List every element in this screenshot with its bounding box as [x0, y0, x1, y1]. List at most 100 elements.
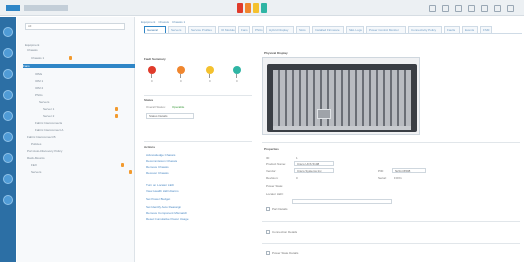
help-icon[interactable] — [481, 5, 488, 12]
san-nav-icon[interactable] — [3, 90, 13, 100]
tab-slots[interactable]: Slots — [296, 26, 310, 33]
tab-faults[interactable]: Faults — [444, 26, 460, 33]
minor-fault-indicator[interactable] — [253, 3, 259, 13]
chassis-bezel — [273, 126, 411, 130]
tree-node[interactable]: Policies — [31, 142, 41, 146]
fault-indicators[interactable] — [237, 3, 267, 13]
overall-status-value: Operable — [172, 105, 185, 109]
breadcrumb-item: Chassis 1 — [172, 20, 186, 24]
tree-node[interactable]: Chassis 1 — [31, 56, 44, 60]
warning-fault-indicator[interactable] — [261, 3, 267, 13]
tree-node[interactable]: IOM 2 — [35, 86, 43, 90]
forward-icon[interactable] — [442, 5, 449, 12]
tab-events[interactable]: Events — [462, 26, 478, 33]
tree-node[interactable]: Servers — [31, 170, 41, 174]
admin-nav-icon[interactable] — [3, 174, 13, 184]
tree-node[interactable]: Port Auto-Discovery Policy — [27, 149, 62, 153]
remove-chassis-link[interactable]: Remove Chassis — [146, 165, 169, 169]
breadcrumb-item[interactable]: Equipment — [141, 20, 155, 24]
major-fault-indicator[interactable] — [245, 3, 251, 13]
product-name-label: Product Name: — [266, 162, 287, 166]
storage-nav-icon[interactable] — [3, 132, 13, 142]
warning-fault-icon — [233, 66, 241, 74]
tab-power-control-monitor[interactable]: Power Control Monitor — [366, 26, 406, 33]
settings-nav-icon[interactable] — [3, 195, 13, 205]
tab-hybrid-display[interactable]: Hybrid Display — [266, 26, 294, 33]
serial-value: FOX1 — [394, 176, 402, 180]
fault-badge — [121, 163, 124, 167]
health-led-link[interactable]: View Health LED Alarms — [146, 189, 179, 193]
divider — [144, 95, 252, 96]
critical-fault-count: 0 — [151, 79, 153, 83]
expand-icon[interactable] — [266, 207, 270, 211]
minor-fault-count: 0 — [209, 79, 211, 83]
equipment-nav-icon[interactable] — [3, 27, 13, 37]
tree-node[interactable]: Equipment — [25, 43, 39, 47]
minor-fault-stem — [209, 74, 210, 78]
tree-node[interactable]: IOM 1 — [35, 79, 43, 83]
tree-node[interactable]: Server 1 — [43, 107, 54, 111]
expand-icon[interactable] — [266, 230, 270, 234]
tree-node[interactable]: Fabric Interconnect B — [27, 135, 56, 139]
tab-fans[interactable]: Fans — [238, 26, 250, 33]
tree-node[interactable]: Chassis — [27, 48, 38, 52]
breadcrumb-item[interactable]: Chassis — [158, 20, 169, 24]
chassis-nav-icon[interactable] — [3, 153, 13, 163]
major-fault-count: 0 — [180, 79, 182, 83]
fault-badge — [115, 107, 118, 111]
fault-summary-title: Fault Summary — [144, 57, 166, 61]
servers-nav-icon[interactable] — [3, 48, 13, 58]
connection-details-toggle[interactable]: Connection Details — [266, 230, 297, 234]
recover-chassis-link[interactable]: Recover Chassis — [146, 171, 169, 175]
tree-filter-select[interactable]: All — [25, 23, 125, 30]
lan-nav-icon[interactable] — [3, 69, 13, 79]
tree-node[interactable]: Rack-Mounts — [27, 156, 45, 160]
revision-value: 0 — [296, 176, 298, 180]
tab-fsm[interactable]: FSM — [480, 26, 492, 33]
info-icon[interactable] — [494, 5, 501, 12]
tab-installed-firmware[interactable]: Installed Firmware — [312, 26, 344, 33]
tab-general[interactable]: General — [144, 26, 166, 33]
tree-node[interactable]: Fabric Interconnect A — [35, 128, 63, 132]
locator-led-link[interactable]: Turn on Locator LED — [146, 183, 174, 187]
tree-node[interactable]: IOMs — [35, 72, 42, 76]
tree-node[interactable]: Servers — [39, 100, 49, 104]
minor-fault-icon — [206, 66, 214, 74]
tab-service-profiles[interactable]: Service Profiles — [188, 26, 216, 33]
refresh-icon[interactable] — [455, 5, 462, 12]
tree-node[interactable]: Server 2 — [43, 114, 54, 118]
component-mismatch-link[interactable]: Remove Component Mismatch — [146, 211, 187, 215]
part-details-toggle[interactable]: Part Details — [266, 207, 288, 211]
tree-node-selected[interactable]: Fans — [23, 64, 135, 68]
connection-details-label: Connection Details — [272, 230, 298, 234]
tree-node[interactable]: FEX — [31, 163, 37, 167]
acknowledge-chassis-link[interactable]: Acknowledge Chassis — [146, 153, 175, 157]
critical-fault-indicator[interactable] — [237, 3, 243, 13]
tab-servers[interactable]: Servers — [168, 26, 186, 33]
warning-fault-stem — [236, 74, 237, 78]
status-title: Status — [144, 98, 154, 102]
tree-node[interactable]: Fabric Interconnects — [35, 121, 62, 125]
power-budget-link[interactable]: Set Power Budget — [146, 197, 170, 201]
back-icon[interactable] — [429, 5, 436, 12]
fault-badge — [115, 114, 118, 118]
logout-icon[interactable] — [507, 5, 514, 12]
status-details-toggle[interactable]: Status Details — [146, 113, 194, 119]
tab-connectivity-policy[interactable]: Connectivity Policy — [408, 26, 442, 33]
identify-reassign-link[interactable]: Set Identify Auto Reassign — [146, 205, 181, 209]
decommission-chassis-link[interactable]: Decommission Chassis — [146, 159, 177, 163]
tab-sel-logs[interactable]: SEL Logs — [346, 26, 364, 33]
search-icon[interactable] — [468, 5, 475, 12]
power-details-toggle[interactable]: Power State Details — [266, 251, 298, 255]
tab-io-modules[interactable]: IO Modules — [218, 26, 236, 33]
major-fault-stem — [180, 74, 181, 78]
breadcrumb: Equipment Chassis Chassis 1 — [141, 20, 185, 24]
tree-node[interactable]: PSUs — [35, 93, 43, 97]
tab-psus[interactable]: PSUs — [252, 26, 264, 33]
reset-power-usage-link[interactable]: Reset Cumulative Power Usage — [146, 217, 189, 221]
main-panel: Equipment Chassis Chassis 1 General Serv… — [136, 17, 524, 262]
expand-icon[interactable] — [266, 251, 270, 255]
chassis-image[interactable] — [267, 64, 417, 132]
vm-nav-icon[interactable] — [3, 111, 13, 121]
locator-led-field — [292, 199, 392, 204]
